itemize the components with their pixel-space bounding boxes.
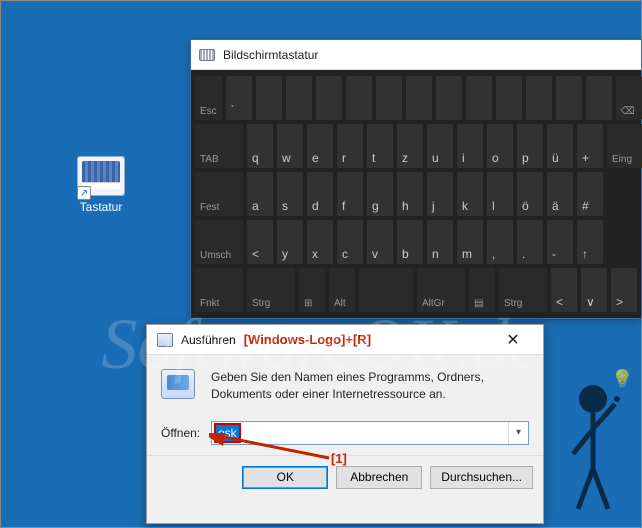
key-x[interactable]: x xyxy=(307,220,333,264)
chevron-down-icon[interactable]: ▾ xyxy=(508,422,528,444)
run-dialog: Ausführen [Windows-Logo]+[R] ✕ Geben Sie… xyxy=(146,324,544,524)
open-combobox[interactable]: osk ▾ xyxy=(211,421,529,445)
key-strg[interactable]: Strg xyxy=(499,268,547,312)
key-⊞[interactable]: ⊞ xyxy=(299,268,325,312)
key->[interactable]: > xyxy=(611,268,637,312)
osk-key-grid: Esc`⌫TABqwertzuiopü+EingFestasdfghjklöä#… xyxy=(191,70,641,318)
key-e[interactable]: e xyxy=(307,124,333,168)
key-space[interactable] xyxy=(346,76,372,120)
key-space[interactable] xyxy=(406,76,432,120)
key-fest[interactable]: Fest xyxy=(195,172,243,216)
key-space[interactable] xyxy=(436,76,462,120)
key-esc[interactable]: Esc xyxy=(195,76,222,120)
key-o[interactable]: o xyxy=(487,124,513,168)
browse-button[interactable]: Durchsuchen... xyxy=(430,466,533,489)
key-t[interactable]: t xyxy=(367,124,393,168)
key-g[interactable]: g xyxy=(367,172,393,216)
key-ü[interactable]: ü xyxy=(547,124,573,168)
osk-titlebar[interactable]: Bildschirmtastatur xyxy=(191,40,641,70)
key-space[interactable] xyxy=(466,76,492,120)
keyboard-icon xyxy=(199,49,215,61)
key-row: Esc`⌫ xyxy=(195,76,637,120)
key-q[interactable]: q xyxy=(247,124,273,168)
key-space[interactable] xyxy=(556,76,582,120)
run-description: Geben Sie den Namen eines Programms, Ord… xyxy=(211,369,529,403)
key-#[interactable]: # xyxy=(577,172,603,216)
key-⌫[interactable]: ⌫ xyxy=(616,76,642,120)
key-s[interactable]: s xyxy=(277,172,303,216)
key-ö[interactable]: ö xyxy=(517,172,543,216)
key-v[interactable]: v xyxy=(367,220,393,264)
key-i[interactable]: i xyxy=(457,124,483,168)
key-+[interactable]: + xyxy=(577,124,603,168)
key-space[interactable] xyxy=(526,76,552,120)
key-k[interactable]: k xyxy=(457,172,483,216)
run-button-row: OK Abbrechen Durchsuchen... xyxy=(147,455,543,501)
close-button[interactable]: ✕ xyxy=(493,330,533,350)
key-r[interactable]: r xyxy=(337,124,363,168)
shortcut-annotation: [Windows-Logo]+[R] xyxy=(244,332,371,347)
key-tab[interactable]: TAB xyxy=(195,124,243,168)
desktop-shortcut-label: Tastatur xyxy=(61,200,141,214)
desktop-shortcut-tastatur[interactable]: ↗ Tastatur xyxy=(61,156,141,214)
key-row: Festasdfghjklöä# xyxy=(195,172,637,216)
key-w[interactable]: w xyxy=(277,124,303,168)
osk-window: Bildschirmtastatur Esc`⌫TABqwertzuiopü+E… xyxy=(190,39,642,319)
run-titlebar[interactable]: Ausführen [Windows-Logo]+[R] ✕ xyxy=(147,325,543,355)
key-u[interactable]: u xyxy=(427,124,453,168)
key-f[interactable]: f xyxy=(337,172,363,216)
cancel-button[interactable]: Abbrechen xyxy=(336,466,422,489)
shortcut-overlay-icon: ↗ xyxy=(77,186,91,200)
key-d[interactable]: d xyxy=(307,172,333,216)
key-alt[interactable]: Alt xyxy=(329,268,355,312)
key-y[interactable]: y xyxy=(277,220,303,264)
svg-text:💡: 💡 xyxy=(611,369,633,389)
key-p[interactable]: p xyxy=(517,124,543,168)
key-c[interactable]: c xyxy=(337,220,363,264)
key-h[interactable]: h xyxy=(397,172,423,216)
key-space[interactable] xyxy=(376,76,402,120)
key-<[interactable]: < xyxy=(247,220,273,264)
key-,[interactable]: , xyxy=(487,220,513,264)
key-a[interactable]: a xyxy=(247,172,273,216)
cartoon-figure-icon: 💡 xyxy=(553,369,633,519)
key-z[interactable]: z xyxy=(397,124,423,168)
key-space[interactable] xyxy=(286,76,312,120)
key-space[interactable] xyxy=(586,76,612,120)
key-n[interactable]: n xyxy=(427,220,453,264)
run-title-text: Ausführen xyxy=(181,333,236,347)
key-ä[interactable]: ä xyxy=(547,172,573,216)
key-row: Umsch<yxcvbnm,.-↑ xyxy=(195,220,637,264)
key-space[interactable] xyxy=(256,76,282,120)
key-umsch[interactable]: Umsch xyxy=(195,220,243,264)
key-`[interactable]: ` xyxy=(226,76,252,120)
key-row: FnktStrg⊞AltAltGr▤Strg<∨> xyxy=(195,268,637,312)
key-altgr[interactable]: AltGr xyxy=(417,268,465,312)
key-▤[interactable]: ▤ xyxy=(469,268,495,312)
run-icon xyxy=(157,333,173,347)
key-space[interactable] xyxy=(316,76,342,120)
key-row: TABqwertzuiopü+Eing xyxy=(195,124,637,168)
run-program-icon xyxy=(161,369,195,399)
key-space[interactable] xyxy=(359,268,413,312)
key-∨[interactable]: ∨ xyxy=(581,268,607,312)
key-l[interactable]: l xyxy=(487,172,513,216)
osk-title-text: Bildschirmtastatur xyxy=(223,48,318,62)
key--[interactable]: - xyxy=(547,220,573,264)
ok-button[interactable]: OK xyxy=(242,466,328,489)
key-.[interactable]: . xyxy=(517,220,543,264)
key-<[interactable]: < xyxy=(551,268,577,312)
key-strg[interactable]: Strg xyxy=(247,268,295,312)
key-↑[interactable]: ↑ xyxy=(577,220,603,264)
key-space[interactable] xyxy=(496,76,522,120)
open-label: Öffnen: xyxy=(161,426,203,440)
key-fnkt[interactable]: Fnkt xyxy=(195,268,243,312)
open-input-value[interactable]: osk xyxy=(214,423,241,443)
key-j[interactable]: j xyxy=(427,172,453,216)
key-b[interactable]: b xyxy=(397,220,423,264)
key-eing[interactable]: Eing xyxy=(607,124,642,168)
key-m[interactable]: m xyxy=(457,220,483,264)
